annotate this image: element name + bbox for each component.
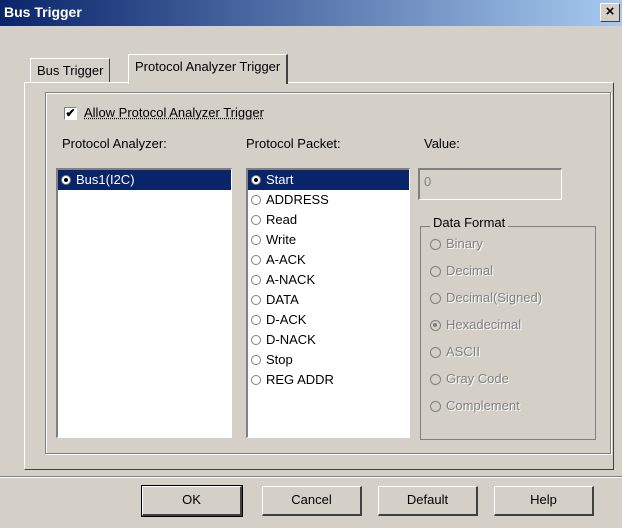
radio-icon: [251, 335, 261, 345]
data-format-label: ASCII: [446, 344, 480, 359]
radio-icon: [430, 320, 441, 331]
packet-item[interactable]: Stop: [248, 350, 409, 370]
packet-label: Stop: [266, 352, 293, 367]
packet-item[interactable]: A-ACK: [248, 250, 409, 270]
radio-icon: [430, 239, 441, 250]
data-format-option[interactable]: Decimal(Signed): [428, 290, 542, 305]
radio-icon: [251, 175, 261, 185]
packet-label: Read: [266, 212, 298, 227]
radio-icon: [430, 374, 441, 385]
data-format-label: Binary: [446, 236, 483, 251]
radio-icon: [251, 275, 261, 285]
data-format-label: Gray Code: [446, 371, 509, 386]
protocol-analyzer-list[interactable]: Bus1(I2C): [56, 168, 232, 438]
radio-icon: [251, 215, 261, 225]
data-format-label: Decimal(Signed): [446, 290, 543, 305]
packet-label: A-ACK: [266, 252, 306, 267]
bus-trigger-dialog: Bus Trigger × Bus Trigger Protocol Analy…: [0, 0, 622, 528]
protocol-packet-label: Protocol Packet:: [246, 136, 341, 151]
packet-label: Write: [266, 232, 297, 247]
window-title: Bus Trigger: [4, 4, 82, 20]
data-format-legend: Data Format: [430, 215, 509, 230]
data-format-option[interactable]: ASCII: [428, 344, 480, 359]
allow-trigger-label[interactable]: Allow Protocol Analyzer Trigger: [84, 105, 264, 120]
allow-trigger-checkbox[interactable]: ✔: [64, 107, 77, 120]
list-item[interactable]: Bus1(I2C): [58, 170, 231, 190]
protocol-analyzer-label: Protocol Analyzer:: [62, 136, 167, 151]
packet-label: ADDRESS: [266, 192, 329, 207]
radio-icon: [61, 175, 71, 185]
cancel-button[interactable]: Cancel: [262, 486, 362, 516]
radio-icon: [251, 315, 261, 325]
close-icon[interactable]: ×: [600, 3, 620, 22]
packet-label: D-ACK: [266, 312, 307, 327]
packet-label: A-NACK: [266, 272, 316, 287]
packet-item[interactable]: Read: [248, 210, 409, 230]
data-format-option[interactable]: Gray Code: [428, 371, 509, 386]
packet-item[interactable]: DATA: [248, 290, 409, 310]
packet-label: DATA: [266, 292, 299, 307]
packet-item[interactable]: ADDRESS: [248, 190, 409, 210]
packet-item[interactable]: D-NACK: [248, 330, 409, 350]
separator: [0, 476, 622, 478]
packet-item[interactable]: A-NACK: [248, 270, 409, 290]
tab-bus-trigger[interactable]: Bus Trigger: [30, 58, 111, 82]
ok-button[interactable]: OK: [141, 485, 243, 517]
packet-item[interactable]: Start: [248, 170, 409, 190]
packet-item[interactable]: D-ACK: [248, 310, 409, 330]
title-bar[interactable]: Bus Trigger ×: [0, 0, 622, 26]
radio-icon: [251, 375, 261, 385]
value-field[interactable]: 0: [418, 168, 562, 200]
analyzer-label: Bus1(I2C): [76, 172, 135, 187]
packet-label: D-NACK: [266, 332, 316, 347]
tab-protocol-analyzer-trigger[interactable]: Protocol Analyzer Trigger: [128, 54, 289, 84]
radio-icon: [251, 355, 261, 365]
data-format-option[interactable]: Complement: [428, 398, 520, 413]
packet-label: REG ADDR: [266, 372, 334, 387]
radio-icon: [251, 295, 261, 305]
radio-icon: [251, 255, 261, 265]
data-format-label: Decimal: [446, 263, 493, 278]
help-button[interactable]: Help: [494, 486, 594, 516]
packet-item[interactable]: Write: [248, 230, 409, 250]
radio-icon: [251, 235, 261, 245]
default-button[interactable]: Default: [378, 486, 478, 516]
radio-icon: [430, 347, 441, 358]
data-format-label: Complement: [446, 398, 520, 413]
data-format-option[interactable]: Decimal: [428, 263, 493, 278]
packet-label: Start: [266, 172, 294, 187]
radio-icon: [430, 293, 441, 304]
data-format-option[interactable]: Hexadecimal: [428, 317, 521, 332]
data-format-option[interactable]: Binary: [428, 236, 483, 251]
protocol-packet-list[interactable]: Start ADDRESS Read Write A-ACK A-NACK DATA D-AC…: [246, 168, 410, 438]
packet-item[interactable]: REG ADDR: [248, 370, 409, 390]
data-format-label: Hexadecimal: [446, 317, 522, 332]
radio-icon: [251, 195, 261, 205]
radio-icon: [430, 401, 441, 412]
radio-icon: [430, 266, 441, 277]
value-label: Value:: [424, 136, 460, 151]
